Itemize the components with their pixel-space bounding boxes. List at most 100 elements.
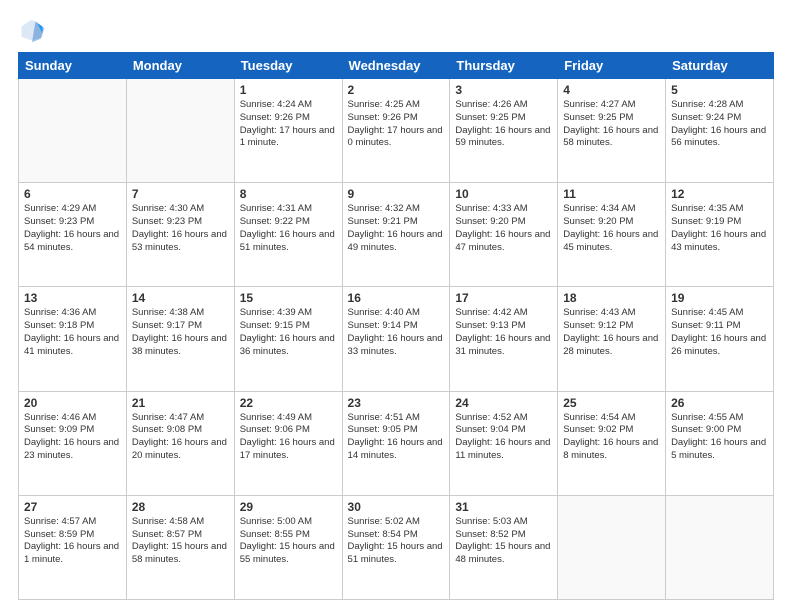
- day-number: 14: [132, 291, 229, 305]
- calendar-header-saturday: Saturday: [666, 53, 774, 79]
- calendar-week-4: 20 Sunrise: 4:46 AM Sunset: 9:09 PM Dayli…: [19, 391, 774, 495]
- calendar-cell: 17 Sunrise: 4:42 AM Sunset: 9:13 PM Dayli…: [450, 287, 558, 391]
- calendar-week-2: 6 Sunrise: 4:29 AM Sunset: 9:23 PM Daylig…: [19, 183, 774, 287]
- day-number: 11: [563, 187, 660, 201]
- calendar-cell: 28 Sunrise: 4:58 AM Sunset: 8:57 PM Dayli…: [126, 495, 234, 599]
- calendar-cell: 14 Sunrise: 4:38 AM Sunset: 9:17 PM Dayli…: [126, 287, 234, 391]
- calendar-cell: 2 Sunrise: 4:25 AM Sunset: 9:26 PM Daylig…: [342, 79, 450, 183]
- calendar-cell: [558, 495, 666, 599]
- cell-daylight-text: Sunrise: 5:00 AM Sunset: 8:55 PM Dayligh…: [240, 516, 337, 567]
- cell-daylight-text: Sunrise: 4:32 AM Sunset: 9:21 PM Dayligh…: [348, 203, 445, 254]
- day-number: 24: [455, 396, 552, 410]
- day-number: 31: [455, 500, 552, 514]
- day-number: 5: [671, 83, 768, 97]
- calendar-cell: 8Sunrise: 4:31 AM Sunset: 9:22 PM Daylig…: [234, 183, 342, 287]
- calendar-header-tuesday: Tuesday: [234, 53, 342, 79]
- calendar-cell: 30Sunrise: 5:02 AM Sunset: 8:54 PM Dayli…: [342, 495, 450, 599]
- calendar-header-row: SundayMondayTuesdayWednesdayThursdayFrid…: [19, 53, 774, 79]
- calendar-cell: 13Sunrise: 4:36 AM Sunset: 9:18 PM Dayli…: [19, 287, 127, 391]
- day-number: 12: [671, 187, 768, 201]
- calendar-cell: 27 Sunrise: 4:57 AM Sunset: 8:59 PM Dayli…: [19, 495, 127, 599]
- day-number: 27: [24, 500, 121, 514]
- calendar-week-3: 13Sunrise: 4:36 AM Sunset: 9:18 PM Dayli…: [19, 287, 774, 391]
- day-number: 23: [348, 396, 445, 410]
- cell-daylight-text: Sunrise: 4:24 AM Sunset: 9:26 PM Dayligh…: [240, 99, 337, 150]
- cell-daylight-text: Sunrise: 5:03 AM Sunset: 8:52 PM Dayligh…: [455, 516, 552, 567]
- day-number: 1: [240, 83, 337, 97]
- cell-daylight-text: Sunrise: 5:02 AM Sunset: 8:54 PM Dayligh…: [348, 516, 445, 567]
- calendar-header-wednesday: Wednesday: [342, 53, 450, 79]
- day-number: 7: [132, 187, 229, 201]
- calendar-week-1: 1 Sunrise: 4:24 AM Sunset: 9:26 PM Daylig…: [19, 79, 774, 183]
- calendar-cell: 10 Sunrise: 4:33 AM Sunset: 9:20 PM Dayli…: [450, 183, 558, 287]
- cell-daylight-text: Sunrise: 4:54 AM Sunset: 9:02 PM Dayligh…: [563, 412, 660, 463]
- calendar-cell: 24 Sunrise: 4:52 AM Sunset: 9:04 PM Dayli…: [450, 391, 558, 495]
- calendar-cell: 9 Sunrise: 4:32 AM Sunset: 9:21 PM Daylig…: [342, 183, 450, 287]
- day-number: 13: [24, 291, 121, 305]
- cell-daylight-text: Sunrise: 4:45 AM Sunset: 9:11 PM Dayligh…: [671, 307, 768, 358]
- day-number: 10: [455, 187, 552, 201]
- calendar-cell: [19, 79, 127, 183]
- calendar-header-sunday: Sunday: [19, 53, 127, 79]
- day-number: 15: [240, 291, 337, 305]
- day-number: 8: [240, 187, 337, 201]
- day-number: 19: [671, 291, 768, 305]
- cell-daylight-text: Sunrise: 4:51 AM Sunset: 9:05 PM Dayligh…: [348, 412, 445, 463]
- cell-daylight-text: Sunrise: 4:52 AM Sunset: 9:04 PM Dayligh…: [455, 412, 552, 463]
- cell-daylight-text: Sunrise: 4:25 AM Sunset: 9:26 PM Dayligh…: [348, 99, 445, 150]
- cell-daylight-text: Sunrise: 4:57 AM Sunset: 8:59 PM Dayligh…: [24, 516, 121, 567]
- day-number: 22: [240, 396, 337, 410]
- cell-daylight-text: Sunrise: 4:34 AM Sunset: 9:20 PM Dayligh…: [563, 203, 660, 254]
- cell-daylight-text: Sunrise: 4:35 AM Sunset: 9:19 PM Dayligh…: [671, 203, 768, 254]
- calendar-cell: 4 Sunrise: 4:27 AM Sunset: 9:25 PM Daylig…: [558, 79, 666, 183]
- cell-daylight-text: Sunrise: 4:49 AM Sunset: 9:06 PM Dayligh…: [240, 412, 337, 463]
- calendar-cell: 5 Sunrise: 4:28 AM Sunset: 9:24 PM Daylig…: [666, 79, 774, 183]
- calendar-cell: 26Sunrise: 4:55 AM Sunset: 9:00 PM Dayli…: [666, 391, 774, 495]
- calendar-cell: 15Sunrise: 4:39 AM Sunset: 9:15 PM Dayli…: [234, 287, 342, 391]
- day-number: 20: [24, 396, 121, 410]
- cell-daylight-text: Sunrise: 4:27 AM Sunset: 9:25 PM Dayligh…: [563, 99, 660, 150]
- calendar-header-thursday: Thursday: [450, 53, 558, 79]
- day-number: 21: [132, 396, 229, 410]
- calendar-cell: 7Sunrise: 4:30 AM Sunset: 9:23 PM Daylig…: [126, 183, 234, 287]
- calendar-cell: [126, 79, 234, 183]
- calendar-cell: 12 Sunrise: 4:35 AM Sunset: 9:19 PM Dayli…: [666, 183, 774, 287]
- cell-daylight-text: Sunrise: 4:43 AM Sunset: 9:12 PM Dayligh…: [563, 307, 660, 358]
- calendar-header-friday: Friday: [558, 53, 666, 79]
- cell-daylight-text: Sunrise: 4:33 AM Sunset: 9:20 PM Dayligh…: [455, 203, 552, 254]
- day-number: 2: [348, 83, 445, 97]
- calendar-cell: 23 Sunrise: 4:51 AM Sunset: 9:05 PM Dayli…: [342, 391, 450, 495]
- calendar-cell: 19 Sunrise: 4:45 AM Sunset: 9:11 PM Dayli…: [666, 287, 774, 391]
- day-number: 16: [348, 291, 445, 305]
- page: SundayMondayTuesdayWednesdayThursdayFrid…: [0, 0, 792, 612]
- calendar-cell: 16 Sunrise: 4:40 AM Sunset: 9:14 PM Dayli…: [342, 287, 450, 391]
- calendar-cell: 31 Sunrise: 5:03 AM Sunset: 8:52 PM Dayli…: [450, 495, 558, 599]
- calendar-cell: 6 Sunrise: 4:29 AM Sunset: 9:23 PM Daylig…: [19, 183, 127, 287]
- calendar-cell: 21 Sunrise: 4:47 AM Sunset: 9:08 PM Dayli…: [126, 391, 234, 495]
- calendar-cell: 25Sunrise: 4:54 AM Sunset: 9:02 PM Dayli…: [558, 391, 666, 495]
- calendar-table: SundayMondayTuesdayWednesdayThursdayFrid…: [18, 52, 774, 600]
- day-number: 6: [24, 187, 121, 201]
- day-number: 18: [563, 291, 660, 305]
- calendar-week-5: 27 Sunrise: 4:57 AM Sunset: 8:59 PM Dayli…: [19, 495, 774, 599]
- cell-daylight-text: Sunrise: 4:58 AM Sunset: 8:57 PM Dayligh…: [132, 516, 229, 567]
- day-number: 9: [348, 187, 445, 201]
- calendar-header-monday: Monday: [126, 53, 234, 79]
- calendar-cell: 20 Sunrise: 4:46 AM Sunset: 9:09 PM Dayli…: [19, 391, 127, 495]
- day-number: 4: [563, 83, 660, 97]
- cell-daylight-text: Sunrise: 4:38 AM Sunset: 9:17 PM Dayligh…: [132, 307, 229, 358]
- day-number: 3: [455, 83, 552, 97]
- cell-daylight-text: Sunrise: 4:28 AM Sunset: 9:24 PM Dayligh…: [671, 99, 768, 150]
- calendar-cell: 11 Sunrise: 4:34 AM Sunset: 9:20 PM Dayli…: [558, 183, 666, 287]
- cell-daylight-text: Sunrise: 4:42 AM Sunset: 9:13 PM Dayligh…: [455, 307, 552, 358]
- day-number: 28: [132, 500, 229, 514]
- calendar-cell: 3Sunrise: 4:26 AM Sunset: 9:25 PM Daylig…: [450, 79, 558, 183]
- cell-daylight-text: Sunrise: 4:29 AM Sunset: 9:23 PM Dayligh…: [24, 203, 121, 254]
- cell-daylight-text: Sunrise: 4:47 AM Sunset: 9:08 PM Dayligh…: [132, 412, 229, 463]
- calendar-cell: [666, 495, 774, 599]
- cell-daylight-text: Sunrise: 4:40 AM Sunset: 9:14 PM Dayligh…: [348, 307, 445, 358]
- day-number: 17: [455, 291, 552, 305]
- logo: [18, 16, 50, 44]
- header: [18, 16, 774, 44]
- cell-daylight-text: Sunrise: 4:46 AM Sunset: 9:09 PM Dayligh…: [24, 412, 121, 463]
